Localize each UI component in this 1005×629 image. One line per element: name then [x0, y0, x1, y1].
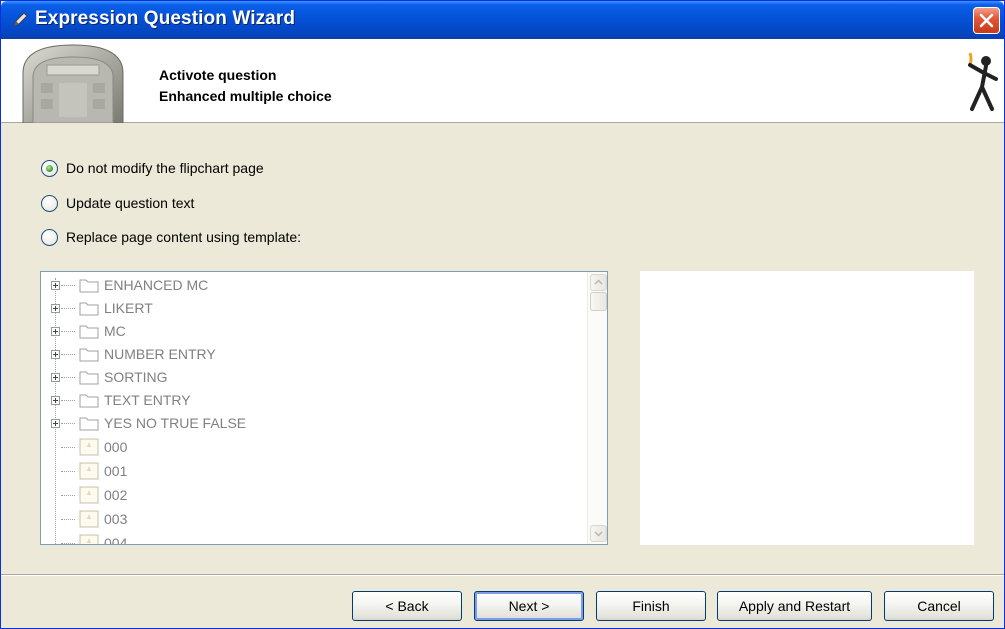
tree-folder-label: ENHANCED MC	[104, 277, 209, 293]
next-button[interactable]: Next >	[474, 591, 584, 621]
cancel-button[interactable]: Cancel	[884, 591, 994, 621]
folder-icon	[79, 300, 99, 319]
folder-icon	[79, 277, 99, 296]
scroll-thumb[interactable]	[590, 292, 607, 311]
page-icon	[79, 534, 99, 544]
title-bar[interactable]: Expression Question Wizard	[1, 1, 1004, 39]
page-icon	[79, 462, 99, 483]
folder-icon	[79, 415, 99, 434]
tree-folder[interactable]: YES NO TRUE FALSE	[41, 412, 586, 435]
tree-folder-label: NUMBER ENTRY	[104, 346, 216, 362]
tree-folder[interactable]: MC	[41, 320, 586, 343]
tree-folder-label: MC	[104, 323, 126, 339]
apply-and-restart-button[interactable]: Apply and Restart	[717, 591, 872, 621]
scroll-up-button[interactable]	[590, 274, 607, 291]
wizard-window: Expression Question Wizard Activote ques…	[0, 0, 1005, 629]
tree-page-label: 004	[104, 535, 128, 545]
plus-expander-icon[interactable]	[51, 327, 60, 336]
radio-update-question-text[interactable]	[41, 194, 58, 212]
tree-page-label: 003	[104, 511, 128, 527]
tree-connector	[61, 471, 75, 472]
template-tree[interactable]: ENHANCED MC LIKERT MC NUMBER ENTRY SORTI…	[40, 271, 608, 545]
tree-page-label: 002	[104, 487, 128, 503]
plus-expander-icon[interactable]	[51, 373, 60, 382]
tree-scrollbar[interactable]	[587, 272, 607, 544]
header-banner: Activote question Enhanced multiple choi…	[1, 39, 1004, 126]
tree-folder-label: LIKERT	[104, 300, 153, 316]
option-label: Replace page content using template:	[66, 229, 302, 245]
folder-icon	[79, 323, 99, 342]
back-button[interactable]: < Back	[352, 591, 462, 621]
tree-connector	[61, 543, 75, 544]
chevron-down-icon	[594, 531, 603, 537]
tree-page[interactable]: 002	[41, 484, 586, 507]
plus-expander-icon[interactable]	[51, 281, 60, 290]
option-label: Do not modify the flipchart page	[66, 160, 264, 176]
tree-page[interactable]: 000	[41, 436, 586, 459]
tree-folder-label: SORTING	[104, 369, 168, 385]
chevron-up-icon	[594, 279, 603, 285]
window-title: Expression Question Wizard	[35, 8, 296, 29]
tree-connector	[61, 331, 75, 332]
radio-do-not-modify[interactable]	[41, 159, 58, 177]
header-title: Activote question	[159, 67, 277, 83]
plus-expander-icon[interactable]	[51, 396, 60, 405]
tree-page[interactable]: 003	[41, 508, 586, 531]
pen-icon	[12, 12, 28, 28]
page-icon	[79, 438, 99, 459]
folder-icon	[79, 392, 99, 411]
tree-folder[interactable]: LIKERT	[41, 297, 586, 320]
option-update-question-text[interactable]: Update question text	[41, 193, 194, 213]
tree-folder[interactable]: ENHANCED MC	[41, 274, 586, 297]
template-preview	[640, 271, 974, 545]
voting-keypad-icon	[17, 43, 129, 126]
folder-icon	[79, 369, 99, 388]
option-label: Update question text	[66, 195, 195, 211]
option-do-not-modify[interactable]: Do not modify the flipchart page	[41, 158, 264, 178]
plus-expander-icon[interactable]	[51, 304, 60, 313]
tree-page-label: 001	[104, 463, 128, 479]
tree-folder-label: YES NO TRUE FALSE	[104, 415, 247, 431]
tree-folder[interactable]: SORTING	[41, 366, 586, 389]
tree-connector	[61, 495, 75, 496]
finish-button[interactable]: Finish	[596, 591, 706, 621]
header-subtitle: Enhanced multiple choice	[159, 88, 332, 104]
tree-folder-label: TEXT ENTRY	[104, 392, 191, 408]
scroll-down-button[interactable]	[590, 525, 607, 542]
page-icon	[79, 510, 99, 531]
tree-connector	[61, 308, 75, 309]
footer-divider	[1, 574, 1004, 576]
tree-page[interactable]: 004	[41, 532, 586, 545]
option-replace-with-template[interactable]: Replace page content using template:	[41, 227, 301, 247]
plus-expander-icon[interactable]	[51, 350, 60, 359]
close-button[interactable]	[973, 7, 1000, 34]
mascot-figure-icon	[962, 51, 998, 118]
tree-connector	[61, 400, 75, 401]
tree-folder[interactable]: NUMBER ENTRY	[41, 343, 586, 366]
tree-page[interactable]: 001	[41, 460, 586, 483]
plus-expander-icon[interactable]	[51, 419, 60, 428]
tree-connector	[61, 377, 75, 378]
tree-connector	[61, 354, 75, 355]
tree-connector	[61, 285, 75, 286]
tree-connector	[61, 519, 75, 520]
page-icon	[79, 486, 99, 507]
radio-replace-with-template[interactable]	[41, 228, 58, 246]
folder-icon	[79, 346, 99, 365]
tree-folder[interactable]: TEXT ENTRY	[41, 389, 586, 412]
tree-page-label: 000	[104, 439, 128, 455]
tree-connector	[61, 447, 75, 448]
tree-connector	[61, 423, 75, 424]
